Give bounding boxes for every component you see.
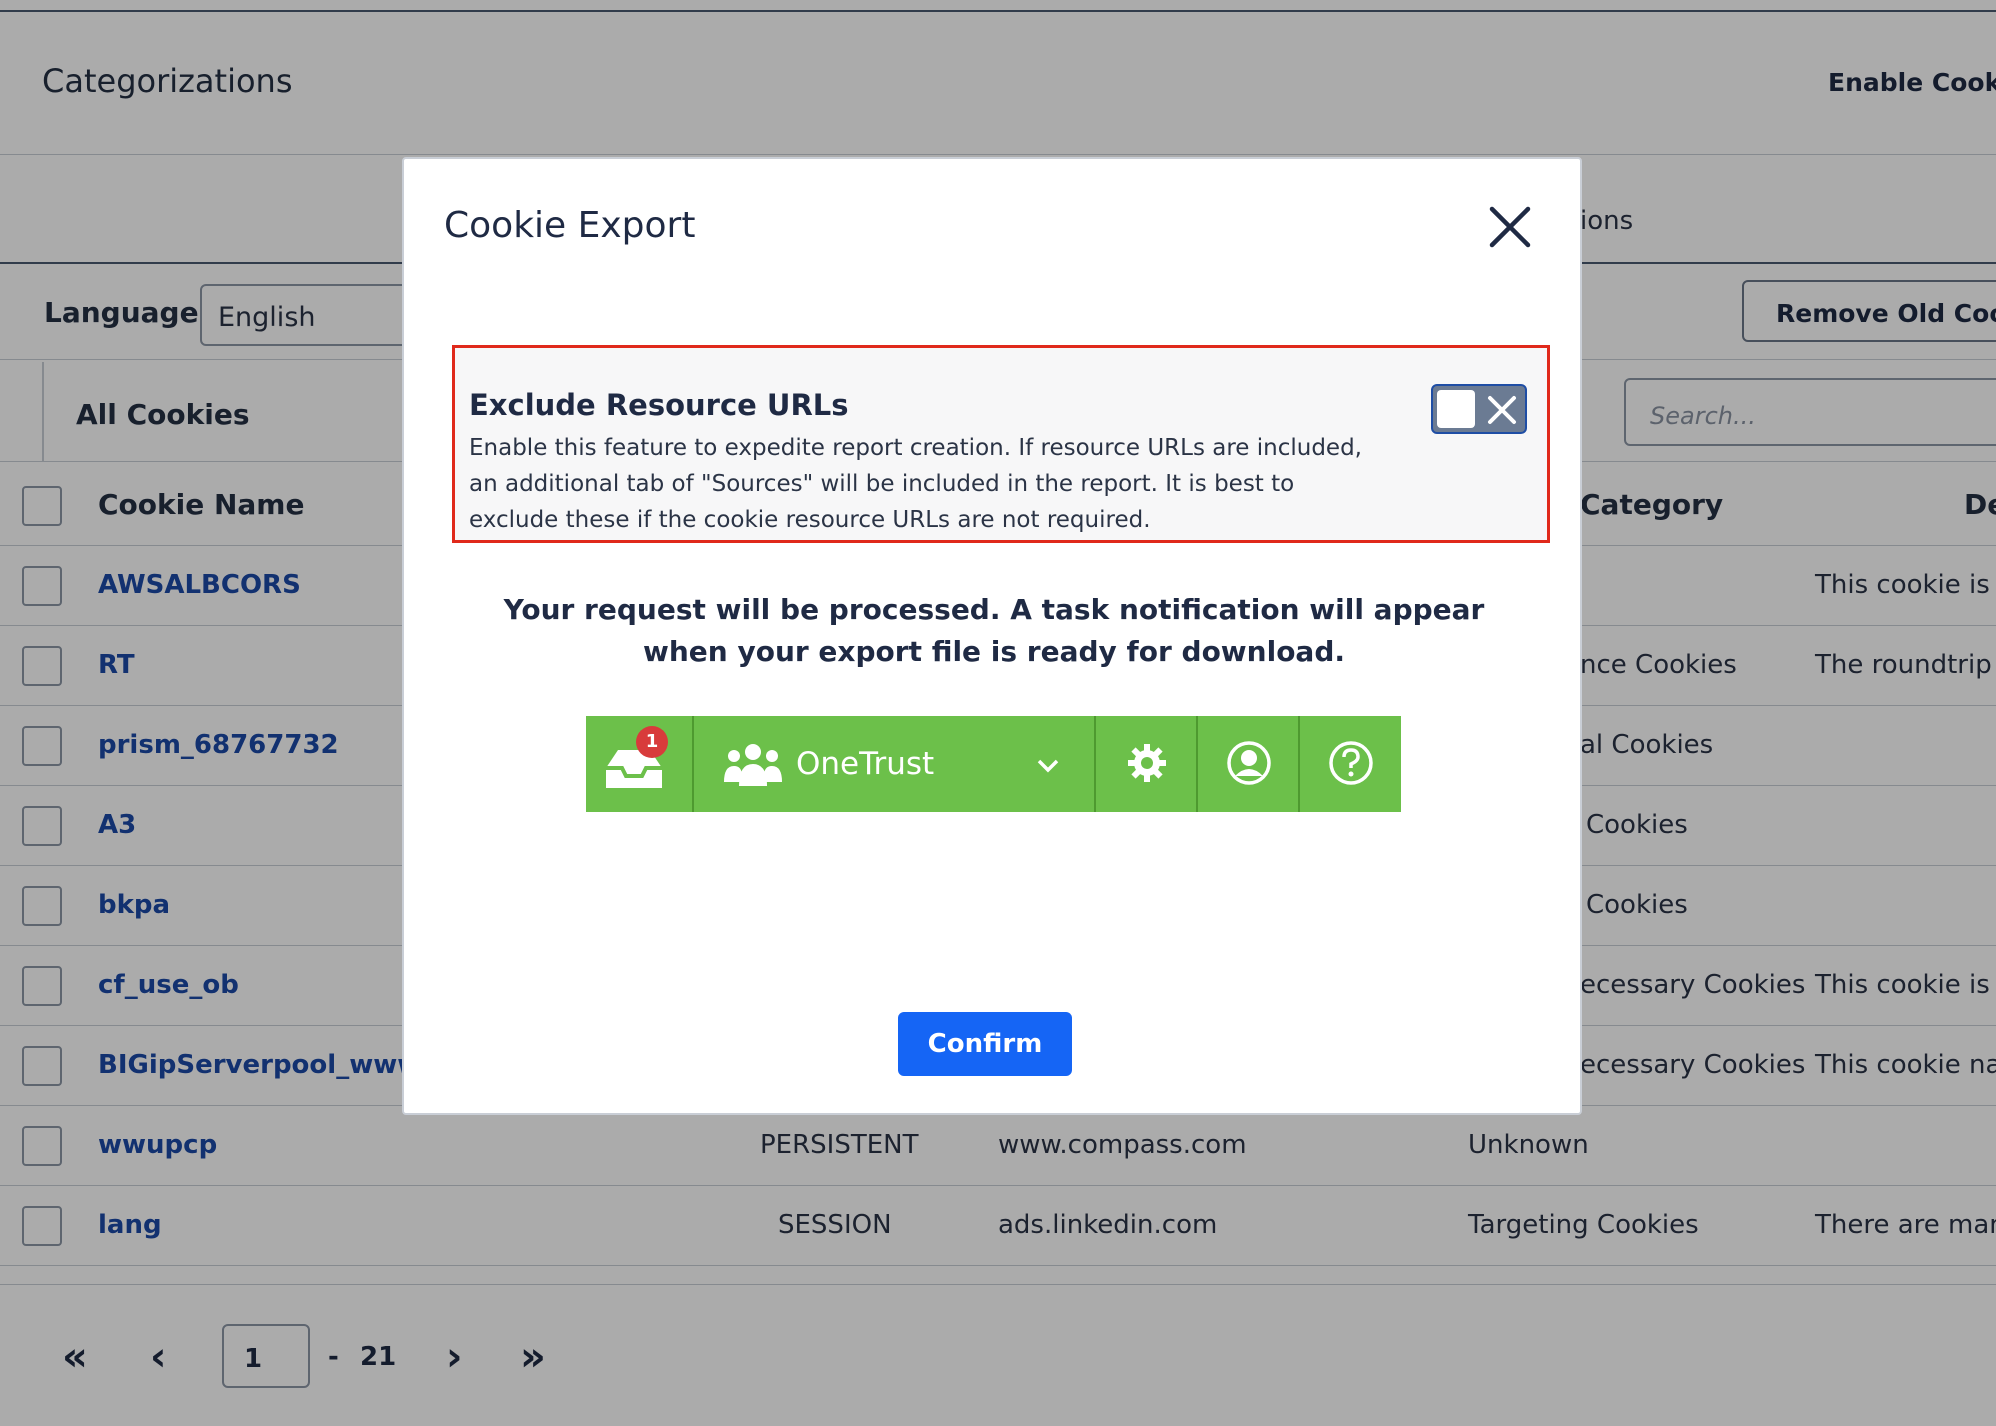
user-profile-icon [1227, 741, 1271, 785]
profile-segment [1198, 716, 1300, 812]
cookie-export-modal: Cookie Export Exclude Resource URLs Enab… [402, 157, 1582, 1115]
gear-icon [1128, 744, 1166, 782]
help-segment [1300, 716, 1401, 812]
onetrust-toolbar-image: 1 OneTrust [586, 716, 1401, 812]
option-description: Enable this feature to expedite report c… [469, 435, 1362, 533]
close-icon[interactable] [1484, 201, 1536, 253]
export-message: Your request will be processed. A task n… [503, 593, 1485, 668]
exclude-resource-urls-toggle[interactable] [1431, 384, 1527, 434]
org-segment: OneTrust [694, 716, 1096, 812]
help-icon [1329, 741, 1373, 785]
settings-segment [1096, 716, 1198, 812]
exclude-resource-urls-option: Exclude Resource URLs Enable this featur… [452, 345, 1550, 543]
notification-badge: 1 [636, 726, 668, 758]
toggle-knob [1437, 390, 1475, 428]
users-icon [724, 744, 782, 786]
modal-title: Cookie Export [444, 205, 696, 246]
confirm-button[interactable]: Confirm [898, 1012, 1072, 1076]
toggle-off-icon [1488, 396, 1516, 424]
option-title: Exclude Resource URLs [469, 388, 849, 422]
onetrust-brand: OneTrust [796, 746, 935, 782]
inbox-segment: 1 [586, 716, 694, 812]
chevron-down-icon [1037, 759, 1059, 773]
